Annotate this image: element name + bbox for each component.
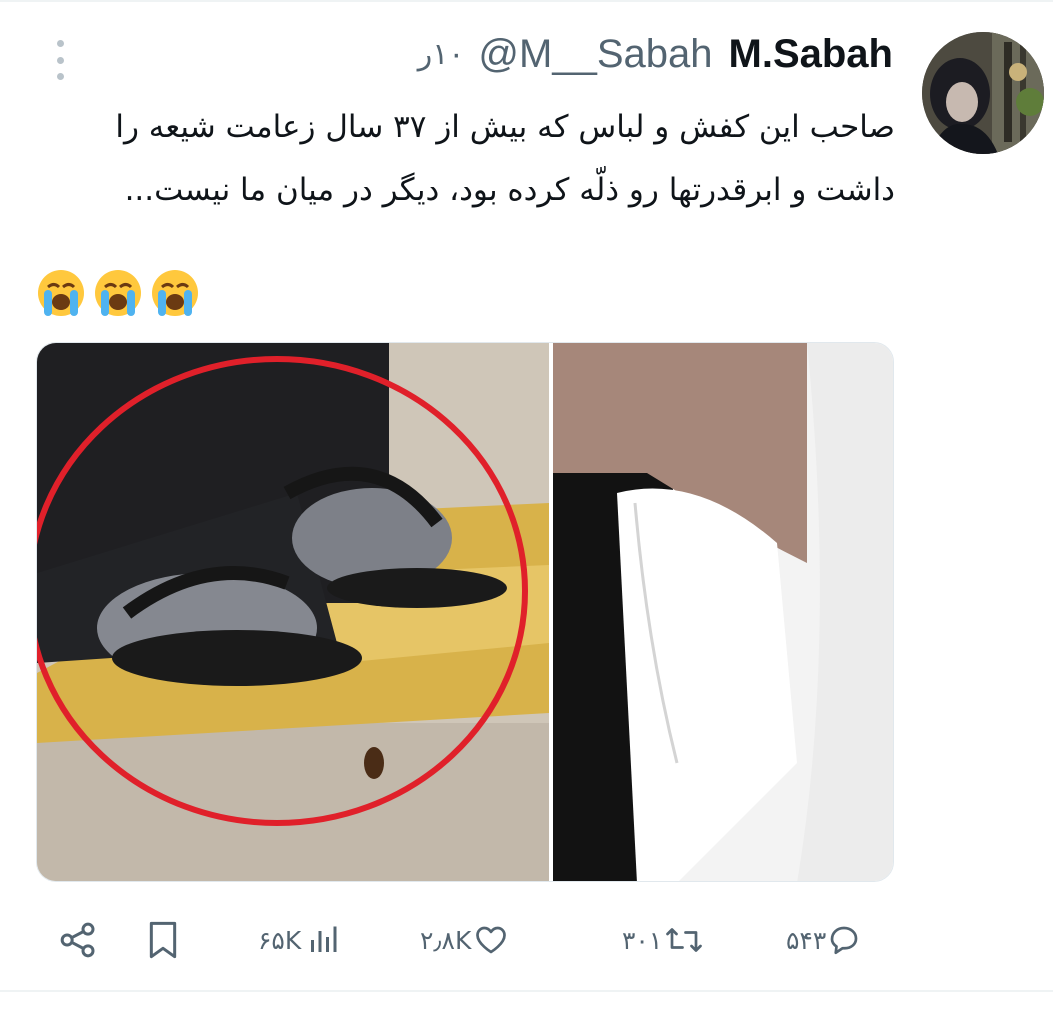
top-divider [0, 0, 1053, 2]
bookmark-icon [149, 921, 177, 959]
views-button[interactable]: ۶۵K [258, 905, 345, 975]
reply-count: ۵۴۳ [786, 925, 827, 955]
user-handle[interactable]: @M__Sabah [478, 32, 712, 77]
tweet-media[interactable] [36, 342, 894, 882]
more-options-icon[interactable] [48, 40, 72, 80]
heart-icon [476, 926, 507, 954]
tweet-photo [37, 343, 893, 881]
loudly-crying-face-icon [152, 270, 198, 316]
loudly-crying-face-icon [95, 270, 141, 316]
loudly-crying-face-icon [38, 270, 84, 316]
bottom-divider [0, 990, 1053, 992]
avatar-image [922, 32, 1044, 154]
like-button[interactable]: ۲٫۸K [420, 905, 511, 975]
reply-icon [830, 926, 858, 955]
emoji-row [36, 268, 200, 318]
retweet-icon [666, 928, 703, 952]
tweet-header: ۱۰ر @M__Sabah M.Sabah [418, 30, 893, 78]
retweet-button[interactable]: ۳۰۱ [622, 905, 706, 975]
views-chart-icon [311, 926, 337, 952]
share-button[interactable] [58, 905, 98, 975]
bookmark-button[interactable] [146, 905, 180, 975]
tweet-timestamp[interactable]: ۱۰ر [418, 37, 465, 72]
retweet-count: ۳۰۱ [622, 925, 663, 955]
avatar[interactable] [922, 32, 1044, 154]
like-count: ۲٫۸K [420, 925, 472, 955]
display-name[interactable]: M.Sabah [729, 32, 893, 77]
views-count: ۶۵K [258, 925, 302, 955]
reply-button[interactable]: ۵۴۳ [786, 905, 862, 975]
share-icon [60, 922, 95, 958]
tweet-text: صاحب این کفش و لباس که بیش از ۳۷ سال زعا… [115, 109, 895, 208]
action-bar: ۵۴۳ ۳۰۱ ۲٫۸K ۶۵K [0, 905, 1053, 975]
